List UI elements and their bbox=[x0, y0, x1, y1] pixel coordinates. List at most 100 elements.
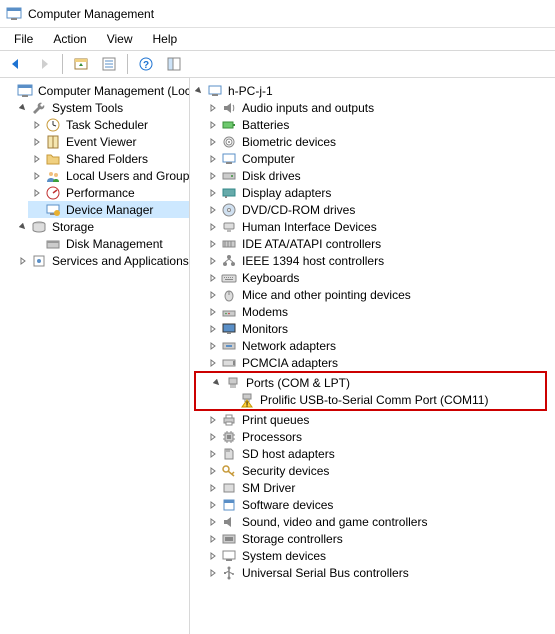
device-sm-driver[interactable]: SM Driver bbox=[204, 479, 555, 496]
device-print-queues[interactable]: Print queues bbox=[204, 411, 555, 428]
tree-storage[interactable]: Storage bbox=[14, 218, 189, 235]
expander-icon[interactable] bbox=[206, 515, 220, 529]
tree-label: Device Manager bbox=[64, 203, 155, 217]
expander-icon[interactable] bbox=[206, 532, 220, 546]
view-button[interactable] bbox=[162, 52, 186, 76]
tree-disk-management[interactable]: Disk Management bbox=[28, 235, 189, 252]
menu-action[interactable]: Action bbox=[43, 30, 96, 48]
device-software[interactable]: Software devices bbox=[204, 496, 555, 513]
tree-services-applications[interactable]: Services and Applications bbox=[14, 252, 189, 269]
device-keyboards[interactable]: Keyboards bbox=[204, 269, 555, 286]
back-button[interactable] bbox=[4, 52, 28, 76]
device-ide[interactable]: IDE ATA/ATAPI controllers bbox=[204, 235, 555, 252]
device-ports[interactable]: Ports (COM & LPT) bbox=[196, 374, 545, 391]
expander-icon[interactable] bbox=[206, 169, 220, 183]
expander-icon[interactable] bbox=[206, 498, 220, 512]
device-mice[interactable]: Mice and other pointing devices bbox=[204, 286, 555, 303]
device-biometric[interactable]: Biometric devices bbox=[204, 133, 555, 150]
expander-icon[interactable] bbox=[30, 169, 44, 183]
tree-event-viewer[interactable]: Event Viewer bbox=[28, 133, 189, 150]
performance-icon bbox=[45, 185, 61, 201]
expander-icon[interactable] bbox=[206, 118, 220, 132]
expander-icon[interactable] bbox=[206, 101, 220, 115]
expander-icon[interactable] bbox=[206, 271, 220, 285]
expander-icon[interactable] bbox=[206, 186, 220, 200]
device-sound[interactable]: Sound, video and game controllers bbox=[204, 513, 555, 530]
device-storage-controllers[interactable]: Storage controllers bbox=[204, 530, 555, 547]
menu-view[interactable]: View bbox=[97, 30, 143, 48]
expander-icon[interactable] bbox=[206, 549, 220, 563]
expander-icon[interactable] bbox=[16, 220, 30, 234]
device-system[interactable]: System devices bbox=[204, 547, 555, 564]
expander-icon[interactable] bbox=[206, 566, 220, 580]
device-audio[interactable]: Audio inputs and outputs bbox=[204, 99, 555, 116]
device-processors[interactable]: Processors bbox=[204, 428, 555, 445]
expander-icon[interactable] bbox=[206, 464, 220, 478]
expander-icon[interactable] bbox=[210, 376, 224, 390]
device-display[interactable]: Display adapters bbox=[204, 184, 555, 201]
expander-icon[interactable] bbox=[206, 237, 220, 251]
expander-icon[interactable] bbox=[206, 356, 220, 370]
expander-icon[interactable] bbox=[206, 152, 220, 166]
device-ieee1394[interactable]: IEEE 1394 host controllers bbox=[204, 252, 555, 269]
disc-icon bbox=[221, 202, 237, 218]
device-monitors[interactable]: Monitors bbox=[204, 320, 555, 337]
window-title: Computer Management bbox=[28, 7, 154, 21]
device-prolific-usb-serial[interactable]: ! Prolific USB-to-Serial Comm Port (COM1… bbox=[196, 391, 545, 408]
device-disk-drives[interactable]: Disk drives bbox=[204, 167, 555, 184]
device-security[interactable]: Security devices bbox=[204, 462, 555, 479]
expander-icon[interactable] bbox=[206, 305, 220, 319]
expander-icon[interactable] bbox=[16, 254, 30, 268]
tree-shared-folders[interactable]: Shared Folders bbox=[28, 150, 189, 167]
tree-performance[interactable]: Performance bbox=[28, 184, 189, 201]
expander-icon[interactable] bbox=[206, 447, 220, 461]
menu-file[interactable]: File bbox=[4, 30, 43, 48]
scope-pane[interactable]: Computer Management (Local System Tools … bbox=[0, 78, 190, 634]
device-sd-host[interactable]: SD host adapters bbox=[204, 445, 555, 462]
tree-task-scheduler[interactable]: Task Scheduler bbox=[28, 116, 189, 133]
help-button[interactable]: ? bbox=[134, 52, 158, 76]
forward-button[interactable] bbox=[32, 52, 56, 76]
device-hid[interactable]: Human Interface Devices bbox=[204, 218, 555, 235]
tree-system-tools[interactable]: System Tools bbox=[14, 99, 189, 116]
key-icon bbox=[221, 463, 237, 479]
device-batteries[interactable]: Batteries bbox=[204, 116, 555, 133]
device-computer[interactable]: Computer bbox=[204, 150, 555, 167]
show-hide-tree-button[interactable] bbox=[69, 52, 93, 76]
expander-icon[interactable] bbox=[30, 118, 44, 132]
expander-icon[interactable] bbox=[206, 203, 220, 217]
expander-icon[interactable] bbox=[16, 101, 30, 115]
expander-icon[interactable] bbox=[206, 481, 220, 495]
expander-icon[interactable] bbox=[206, 413, 220, 427]
expander-icon[interactable] bbox=[206, 254, 220, 268]
expander-icon[interactable] bbox=[206, 135, 220, 149]
tree-label: Modems bbox=[240, 305, 290, 319]
expander-icon[interactable] bbox=[206, 288, 220, 302]
expander-icon[interactable] bbox=[192, 84, 206, 98]
expander-icon[interactable] bbox=[206, 430, 220, 444]
device-usb[interactable]: Universal Serial Bus controllers bbox=[204, 564, 555, 581]
tree-label: Disk drives bbox=[240, 169, 303, 183]
expander-icon[interactable] bbox=[30, 186, 44, 200]
expander-icon[interactable] bbox=[30, 152, 44, 166]
device-root[interactable]: h-PC-j-1 bbox=[190, 82, 555, 99]
device-tree-pane[interactable]: h-PC-j-1 Audio inputs and outputs Batter… bbox=[190, 78, 555, 634]
menu-help[interactable]: Help bbox=[143, 30, 188, 48]
expander-icon[interactable] bbox=[206, 220, 220, 234]
expander-icon[interactable] bbox=[30, 135, 44, 149]
tree-label: Print queues bbox=[240, 413, 311, 427]
device-network[interactable]: Network adapters bbox=[204, 337, 555, 354]
monitor-icon bbox=[221, 321, 237, 337]
tree-device-manager[interactable]: Device Manager bbox=[28, 201, 189, 218]
tree-local-users-groups[interactable]: Local Users and Groups bbox=[28, 167, 189, 184]
expander-icon[interactable] bbox=[206, 322, 220, 336]
speaker-icon bbox=[221, 100, 237, 116]
expander-icon[interactable] bbox=[206, 339, 220, 353]
device-dvd[interactable]: DVD/CD-ROM drives bbox=[204, 201, 555, 218]
tree-label: Software devices bbox=[240, 498, 335, 512]
properties-button[interactable] bbox=[97, 52, 121, 76]
users-icon bbox=[45, 168, 61, 184]
device-modems[interactable]: Modems bbox=[204, 303, 555, 320]
tree-root-computer-management[interactable]: Computer Management (Local bbox=[0, 82, 189, 99]
device-pcmcia[interactable]: PCMCIA adapters bbox=[204, 354, 555, 371]
